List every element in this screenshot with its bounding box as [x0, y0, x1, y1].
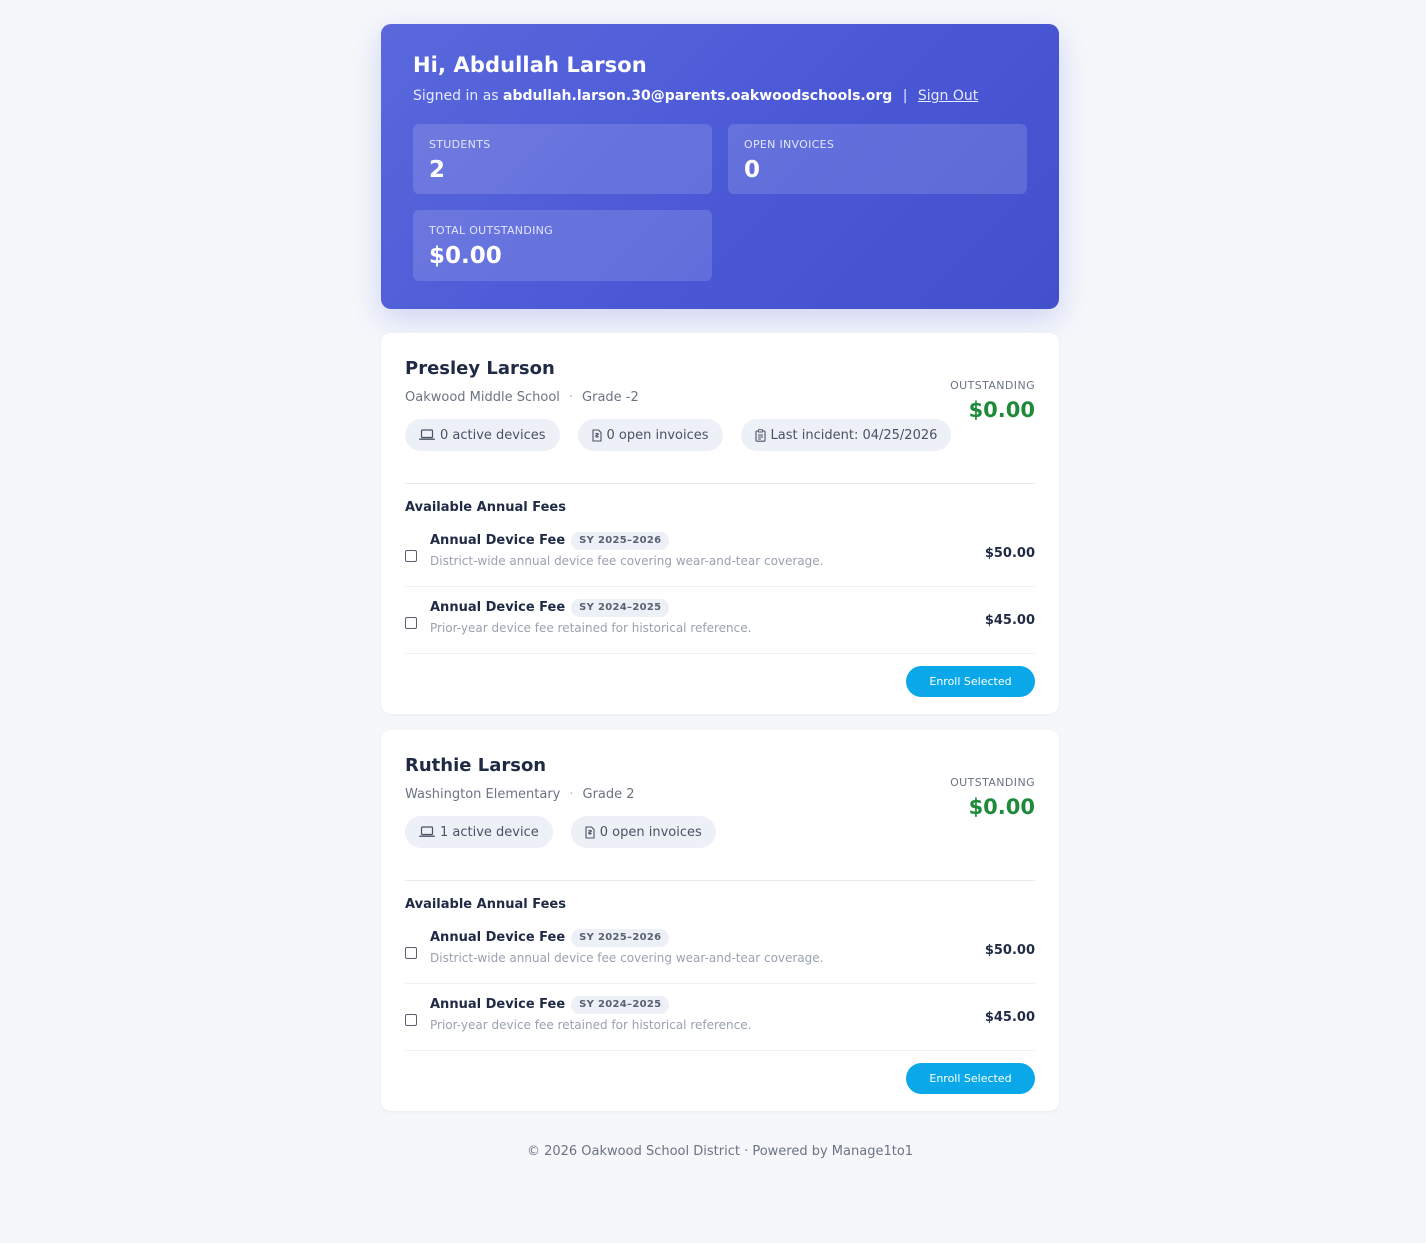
- student-card-presley: Presley Larson Oakwood Middle School · Gra…: [381, 333, 1059, 714]
- fee-price: $50.00: [984, 546, 1035, 561]
- stat-value: $0.00: [429, 243, 502, 269]
- outstanding-summary: OUTSTANDING $0.00: [950, 379, 1035, 423]
- fee-checkbox[interactable]: [405, 550, 417, 562]
- outstanding-summary: OUTSTANDING $0.00: [950, 776, 1035, 820]
- card-actions: Enroll Selected: [405, 654, 1035, 719]
- enroll-selected-button[interactable]: Enroll Selected: [906, 666, 1035, 697]
- fee-row: Annual Device Fee SY 2025–2026 District-w…: [405, 520, 1035, 587]
- fee-year-badge: SY 2025–2026: [571, 929, 670, 947]
- devices-chip: 0 active devices: [405, 419, 560, 451]
- fee-title: Annual Device Fee SY 2024–2025: [430, 599, 670, 617]
- fee-title-text: Annual Device Fee: [430, 997, 566, 1012]
- fee-list: Annual Device Fee SY 2025–2026 District-w…: [405, 917, 1035, 1051]
- student-grade: Grade 2: [582, 787, 635, 802]
- fee-checkbox[interactable]: [405, 947, 417, 959]
- fee-list: Annual Device Fee SY 2025–2026 District-w…: [405, 520, 1035, 654]
- fee-row: Annual Device Fee SY 2025–2026 District-w…: [405, 917, 1035, 984]
- invoice-icon: [585, 825, 595, 839]
- outstanding-amount: $0.00: [968, 398, 1035, 422]
- clipboard-icon: [754, 428, 766, 442]
- meta-dot: ·: [569, 787, 574, 802]
- fee-description: District-wide annual device fee covering…: [430, 554, 824, 568]
- student-meta: Washington Elementary · Grade 2: [405, 786, 1035, 804]
- fee-checkbox[interactable]: [405, 1014, 417, 1026]
- stat-label: TOTAL OUTSTANDING: [429, 224, 553, 237]
- account-header: Hi, Abdullah Larson Signed in as abdulla…: [381, 24, 1059, 309]
- devices-chip-label: 1 active device: [440, 824, 539, 840]
- fee-description: Prior-year device fee retained for histo…: [430, 1018, 752, 1032]
- fee-row: Annual Device Fee SY 2024–2025 Prior-year…: [405, 984, 1035, 1051]
- fee-title: Annual Device Fee SY 2024–2025: [430, 996, 670, 1014]
- fees-title: Available Annual Fees: [405, 897, 566, 912]
- stat-open-invoices: OPEN INVOICES 0: [728, 124, 1027, 194]
- fee-title-text: Annual Device Fee: [430, 930, 566, 945]
- fee-title-text: Annual Device Fee: [430, 533, 566, 548]
- invoices-chip-label: 0 open invoices: [599, 824, 702, 840]
- student-name: Ruthie Larson: [405, 755, 547, 776]
- page-footer: © 2026 Oakwood School District · Powered…: [526, 1144, 914, 1159]
- card-actions: Enroll Selected: [405, 1051, 1035, 1116]
- stat-label: OPEN INVOICES: [744, 138, 835, 151]
- card-divider: [405, 880, 1035, 881]
- student-grade: Grade -2: [582, 390, 639, 405]
- fee-year-badge: SY 2024–2025: [571, 599, 670, 617]
- student-school: Oakwood Middle School: [405, 390, 560, 405]
- student-name: Presley Larson: [405, 358, 555, 379]
- fee-description: Prior-year device fee retained for histo…: [430, 621, 752, 635]
- student-card-ruthie: Ruthie Larson Washington Elementary · Grad…: [381, 730, 1059, 1111]
- stat-value: 2: [429, 157, 446, 183]
- invoice-icon: [591, 428, 602, 442]
- fee-description: District-wide annual device fee covering…: [430, 951, 824, 965]
- meta-dot: ·: [568, 390, 574, 405]
- sign-out-link[interactable]: Sign Out: [918, 88, 978, 104]
- fee-checkbox[interactable]: [405, 617, 417, 629]
- fees-title: Available Annual Fees: [405, 500, 566, 515]
- fee-row: Annual Device Fee SY 2024–2025 Prior-year…: [405, 587, 1035, 654]
- fee-year-badge: SY 2024–2025: [571, 996, 670, 1014]
- fee-price: $45.00: [984, 613, 1035, 628]
- separator: |: [902, 88, 908, 104]
- enroll-selected-button[interactable]: Enroll Selected: [906, 1063, 1035, 1094]
- student-school: Washington Elementary: [405, 787, 561, 802]
- invoices-chip-label: 0 open invoices: [606, 427, 709, 443]
- fee-title: Annual Device Fee SY 2025–2026: [430, 532, 670, 550]
- greeting: Hi, Abdullah Larson: [413, 53, 647, 77]
- outstanding-amount: $0.00: [968, 795, 1035, 819]
- stat-label: STUDENTS: [429, 138, 491, 151]
- stat-students: STUDENTS 2: [413, 124, 712, 194]
- student-chips: 0 active devices 0 open invoices Last in…: [405, 419, 1035, 451]
- student-chips: 1 active device 0 open invoices: [405, 816, 1035, 848]
- fee-title: Annual Device Fee SY 2025–2026: [430, 929, 670, 947]
- devices-chip: 1 active device: [405, 816, 553, 848]
- laptop-icon: [419, 429, 435, 440]
- student-meta: Oakwood Middle School · Grade -2: [405, 389, 1035, 407]
- invoices-chip: 0 open invoices: [577, 419, 723, 451]
- fee-price: $50.00: [984, 943, 1035, 958]
- stat-value: 0: [744, 157, 761, 183]
- signed-in-prefix: Signed in as: [413, 88, 499, 104]
- signed-in-line: Signed in as abdullah.larson.30@parents.…: [413, 86, 1027, 106]
- fee-price: $45.00: [984, 1010, 1035, 1025]
- account-email: abdullah.larson.30@parents.oakwoodschool…: [503, 88, 893, 104]
- stat-total-outstanding: TOTAL OUTSTANDING $0.00: [413, 210, 712, 281]
- outstanding-label: OUTSTANDING: [950, 776, 1035, 789]
- incident-chip: Last incident: 04/25/2026: [740, 419, 952, 451]
- card-divider: [405, 483, 1035, 484]
- incident-chip-label: Last incident: 04/25/2026: [770, 427, 938, 443]
- laptop-icon: [419, 826, 435, 837]
- fee-year-badge: SY 2025–2026: [571, 532, 670, 550]
- devices-chip-label: 0 active devices: [440, 427, 546, 443]
- invoices-chip: 0 open invoices: [570, 816, 716, 848]
- fee-title-text: Annual Device Fee: [430, 600, 566, 615]
- outstanding-label: OUTSTANDING: [950, 379, 1035, 392]
- page-container: Hi, Abdullah Larson Signed in as abdulla…: [381, 24, 1059, 1111]
